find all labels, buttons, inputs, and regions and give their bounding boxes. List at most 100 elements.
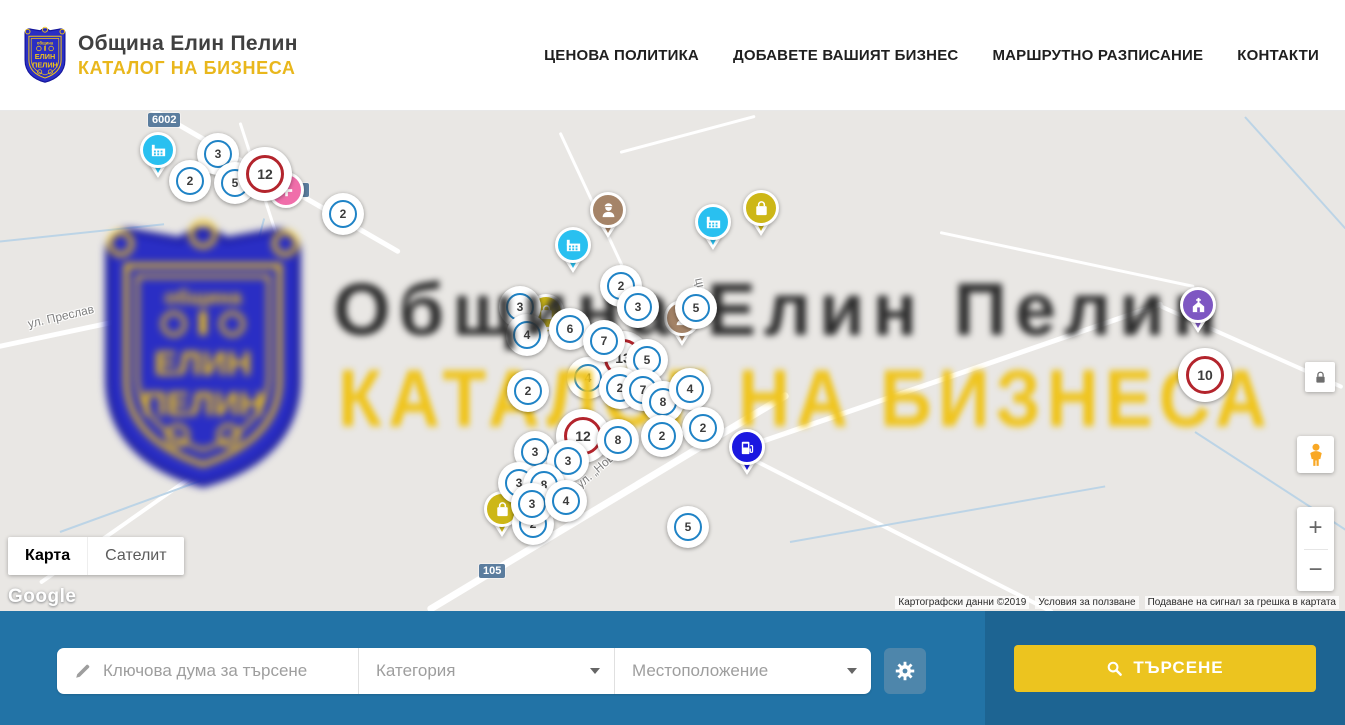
advanced-settings-button[interactable] — [884, 648, 926, 694]
cluster-count: 2 — [659, 429, 666, 443]
cluster-marker[interactable]: 2 — [641, 415, 683, 457]
cluster-count: 8 — [615, 433, 622, 447]
gear-icon — [894, 660, 916, 682]
attribution-copyright: Картографски данни ©2019 — [895, 596, 1029, 609]
nav-item-contacts[interactable]: КОНТАКТИ — [1237, 47, 1319, 64]
crest-text-name2: ПЕЛИН — [32, 61, 58, 70]
cluster-count: 7 — [601, 334, 608, 348]
lock-icon — [1313, 370, 1328, 385]
category-pin-factory[interactable] — [695, 204, 731, 254]
cluster-count: 3 — [565, 454, 572, 468]
cluster-count: 5 — [685, 520, 692, 534]
nav-item-add-business[interactable]: ДОБАВЕТЕ ВАШИЯТ БИЗНЕС — [733, 47, 958, 64]
cluster-marker[interactable]: 2 — [507, 370, 549, 412]
crest-text-top: община — [37, 40, 54, 45]
search-button[interactable]: ТЪРСЕНЕ — [1014, 645, 1316, 692]
keyword-search-input[interactable] — [103, 661, 353, 681]
church-icon — [1189, 296, 1208, 315]
cluster-count: 6 — [567, 322, 574, 336]
cluster-count: 2 — [187, 174, 194, 188]
report-map-error-link[interactable]: Подаване на сигнал за грешка в картата — [1145, 596, 1339, 609]
category-pin-factory[interactable] — [555, 227, 591, 277]
location-dropdown[interactable]: Местоположение — [614, 648, 871, 694]
category-pin-fuel[interactable] — [729, 429, 765, 479]
street-view-pegman[interactable] — [1297, 436, 1334, 473]
search-icon — [1106, 660, 1123, 677]
cluster-count: 2 — [525, 384, 532, 398]
factory-icon — [149, 141, 168, 160]
cluster-marker[interactable]: 5 — [675, 287, 717, 329]
cluster-marker[interactable]: 2 — [322, 193, 364, 235]
cluster-marker[interactable]: 10 — [1178, 348, 1232, 402]
cluster-marker[interactable]: 4 — [669, 368, 711, 410]
location-dropdown-value: Местоположение — [632, 661, 768, 681]
cluster-count: 3 — [529, 497, 536, 511]
pin-circle — [695, 204, 731, 240]
search-bar-right-panel: ТЪРСЕНЕ — [985, 611, 1345, 725]
map-lock-button[interactable] — [1305, 362, 1335, 392]
main-navigation: ЦЕНОВА ПОЛИТИКА ДОБАВЕТЕ ВАШИЯТ БИЗНЕС М… — [544, 47, 1345, 64]
zoom-control: + − — [1297, 507, 1334, 591]
terms-of-use-link[interactable]: Условия за ползване — [1035, 596, 1138, 609]
map-type-control: Карта Сателит — [8, 537, 184, 575]
search-form: Категория Местоположение — [57, 648, 871, 694]
chevron-down-icon — [590, 668, 600, 674]
category-pin-church[interactable] — [1180, 287, 1216, 337]
site-logo[interactable]: община ЕЛИН ПЕЛИН Община Елин Пелин КАТА… — [22, 26, 298, 84]
worker-icon — [599, 201, 618, 220]
site-title: Община Елин Пелин — [78, 32, 298, 56]
nav-item-pricing[interactable]: ЦЕНОВА ПОЛИТИКА — [544, 47, 699, 64]
cluster-marker[interactable]: 2 — [169, 160, 211, 202]
pin-circle — [1180, 287, 1216, 323]
pin-circle — [140, 132, 176, 168]
cluster-marker[interactable]: 5 — [667, 506, 709, 548]
category-dropdown-value: Категория — [376, 661, 455, 681]
site-subtitle: КАТАЛОГ НА БИЗНЕСА — [78, 58, 298, 79]
nav-item-transport-schedule[interactable]: МАРШРУТНО РАЗПИСАНИЕ — [992, 47, 1203, 64]
search-bar: Категория Местоположение — [0, 611, 1345, 725]
google-map[interactable]: 6002105ул. Преславбул. „Новоселции“34134… — [0, 111, 1345, 611]
cluster-count: 10 — [1197, 367, 1213, 383]
category-dropdown[interactable]: Категория — [358, 648, 614, 694]
cluster-marker[interactable]: 8 — [597, 419, 639, 461]
bag-icon — [752, 199, 771, 218]
keyword-field[interactable] — [57, 648, 358, 694]
factory-icon — [704, 213, 723, 232]
cluster-count: 3 — [215, 147, 222, 161]
municipality-crest-icon: община ЕЛИН ПЕЛИН — [22, 26, 68, 84]
bag-icon — [493, 500, 512, 519]
cluster-count: 2 — [700, 421, 707, 435]
pin-circle — [743, 190, 779, 226]
pin-circle — [555, 227, 591, 263]
zoom-in-button[interactable]: + — [1297, 507, 1334, 549]
search-button-label: ТЪРСЕНЕ — [1133, 658, 1223, 678]
zoom-out-button[interactable]: − — [1297, 549, 1334, 591]
cluster-marker[interactable]: 2 — [682, 407, 724, 449]
pin-circle — [590, 192, 626, 228]
pin-circle — [729, 429, 765, 465]
pegman-icon — [1303, 442, 1329, 468]
crest-text-name1: ЕЛИН — [35, 52, 55, 61]
cluster-count: 5 — [644, 353, 651, 367]
fuel-icon — [738, 438, 757, 457]
map-markers: 32512223567522784212823338234510 — [0, 111, 1345, 611]
pencil-icon — [74, 662, 92, 680]
cluster-count: 3 — [532, 445, 539, 459]
cluster-marker[interactable]: 12 — [238, 147, 292, 201]
cluster-marker[interactable]: 4 — [545, 480, 587, 522]
cluster-count: 12 — [257, 166, 273, 182]
map-attribution: Картографски данни ©2019 Условия за полз… — [895, 596, 1339, 609]
cluster-marker[interactable]: 3 — [617, 286, 659, 328]
cluster-count: 4 — [563, 494, 570, 508]
cluster-count: 5 — [693, 301, 700, 315]
chevron-down-icon — [847, 668, 857, 674]
header: община ЕЛИН ПЕЛИН Община Елин Пелин КАТА… — [0, 0, 1345, 111]
map-type-map-button[interactable]: Карта — [8, 537, 87, 575]
category-pin-worker[interactable] — [590, 192, 626, 242]
google-logo[interactable]: Google — [8, 586, 76, 608]
map-type-satellite-button[interactable]: Сателит — [87, 537, 183, 575]
category-pin-bag[interactable] — [743, 190, 779, 240]
cluster-count: 2 — [340, 207, 347, 221]
cluster-count: 8 — [660, 395, 667, 409]
cluster-marker[interactable]: 7 — [583, 320, 625, 362]
